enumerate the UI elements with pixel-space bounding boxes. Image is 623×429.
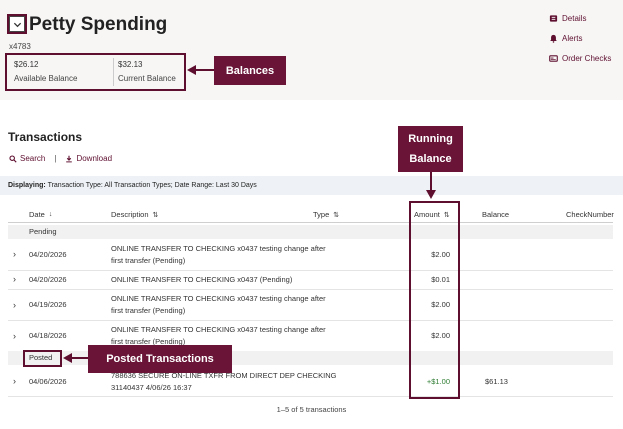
header-divider (8, 222, 613, 223)
account-header: Petty Spending x4783 $26.12 Available Ba… (0, 0, 623, 100)
row-date: 04/18/2026 (29, 331, 67, 340)
account-number: x4783 (9, 42, 31, 51)
available-balance: $26.12 Available Balance (14, 60, 77, 83)
transactions-actions: Search | Download (9, 154, 112, 163)
running-balance-callout: Running Balance (398, 126, 463, 172)
column-header-label: CheckNumber (566, 210, 614, 219)
filter-text: Transaction Type: All Transaction Types;… (47, 182, 257, 189)
pending-group-header: Pending (8, 225, 613, 239)
row-date: 04/20/2026 (29, 275, 67, 284)
row-divider (8, 396, 613, 397)
row-balance: $61.13 (485, 377, 508, 386)
column-header-balance: Balance (482, 210, 509, 219)
current-balance-amount: $32.13 (118, 60, 143, 69)
toggle-highlight-outline (7, 14, 27, 34)
row-description-line1: ONLINE TRANSFER TO CHECKING x0437 (Pendi… (111, 275, 293, 284)
filter-summary-bar: Displaying: Transaction Type: All Transa… (0, 176, 623, 195)
alerts-link-label: Alerts (562, 33, 583, 43)
divider (113, 58, 114, 86)
row-description-line1: ONLINE TRANSFER TO CHECKING x0437 testin… (111, 244, 326, 253)
sort-desc-icon: ↓ (48, 211, 53, 218)
sort-icon: ⇅ (333, 211, 340, 219)
download-icon (65, 155, 73, 163)
filter-prefix: Displaying: (8, 182, 46, 189)
row-description-line1: ONLINE TRANSFER TO CHECKING x0437 testin… (111, 294, 326, 303)
row-description-line2: 31140437 4/06/26 16:37 (111, 383, 192, 392)
row-description-line1: 788636 SECURE ON-LINE TXFR FROM DIRECT D… (111, 371, 337, 380)
order-checks-link-label: Order Checks (562, 53, 612, 63)
search-icon (9, 154, 17, 163)
column-header-label: Balance (482, 210, 510, 219)
column-header-label: Type (313, 210, 330, 219)
available-balance-amount: $26.12 (14, 60, 39, 69)
chevron-right-icon[interactable]: › (13, 249, 16, 259)
running-balance-outline (409, 201, 460, 399)
download-link[interactable]: Download (76, 154, 112, 163)
column-header-label: Description (111, 210, 149, 219)
chevron-right-icon[interactable]: › (13, 274, 16, 284)
chevron-right-icon[interactable]: › (13, 376, 16, 386)
column-header-type[interactable]: Type ⇅ (313, 210, 339, 219)
row-description-line2: first transfer (Pending) (111, 306, 186, 315)
row-date: 04/06/2026 (29, 377, 67, 386)
column-header-checknumber: CheckNumber (566, 210, 614, 219)
row-divider (8, 320, 613, 321)
column-header-label: Date (29, 210, 45, 219)
chevron-right-icon[interactable]: › (13, 300, 16, 310)
transactions-heading: Transactions (8, 130, 83, 144)
running-balance-callout-line1: Running (408, 133, 453, 145)
sort-icon: ⇅ (152, 211, 159, 219)
bell-icon (549, 34, 558, 43)
row-description-line2: first transfer (Pending) (111, 256, 186, 265)
order-checks-link[interactable]: Order Checks (549, 53, 611, 63)
pagination-count: 1–5 of 5 transactions (276, 405, 347, 414)
details-link-label: Details (562, 13, 587, 23)
column-header-description[interactable]: Description ⇅ (111, 210, 158, 219)
current-balance: $32.13 Current Balance (118, 60, 176, 83)
current-balance-label: Current Balance (118, 74, 176, 83)
row-date: 04/20/2026 (29, 250, 67, 259)
row-description-line1: ONLINE TRANSFER TO CHECKING x0437 testin… (111, 325, 326, 334)
balances-callout: Balances (214, 56, 286, 85)
details-link[interactable]: Details (549, 13, 611, 23)
checkbook-icon (549, 54, 558, 63)
chevron-right-icon[interactable]: › (13, 331, 16, 341)
balances-box: $26.12 Available Balance $32.13 Current … (5, 53, 186, 91)
available-balance-label: Available Balance (14, 74, 78, 83)
row-divider (8, 270, 613, 271)
posted-highlight-outline (23, 350, 62, 367)
action-separator: | (54, 154, 57, 163)
account-side-links: Details Alerts Order Checks (549, 13, 611, 73)
posted-transactions-callout: Posted Transactions (88, 345, 232, 373)
running-balance-callout-line2: Balance (409, 153, 452, 165)
row-divider (8, 289, 613, 290)
row-date: 04/19/2026 (29, 300, 67, 309)
column-header-date[interactable]: Date ↓ (29, 210, 52, 219)
account-title: Petty Spending (29, 14, 168, 35)
search-link[interactable]: Search (20, 154, 45, 163)
alerts-link[interactable]: Alerts (549, 33, 611, 43)
details-icon (549, 14, 558, 23)
